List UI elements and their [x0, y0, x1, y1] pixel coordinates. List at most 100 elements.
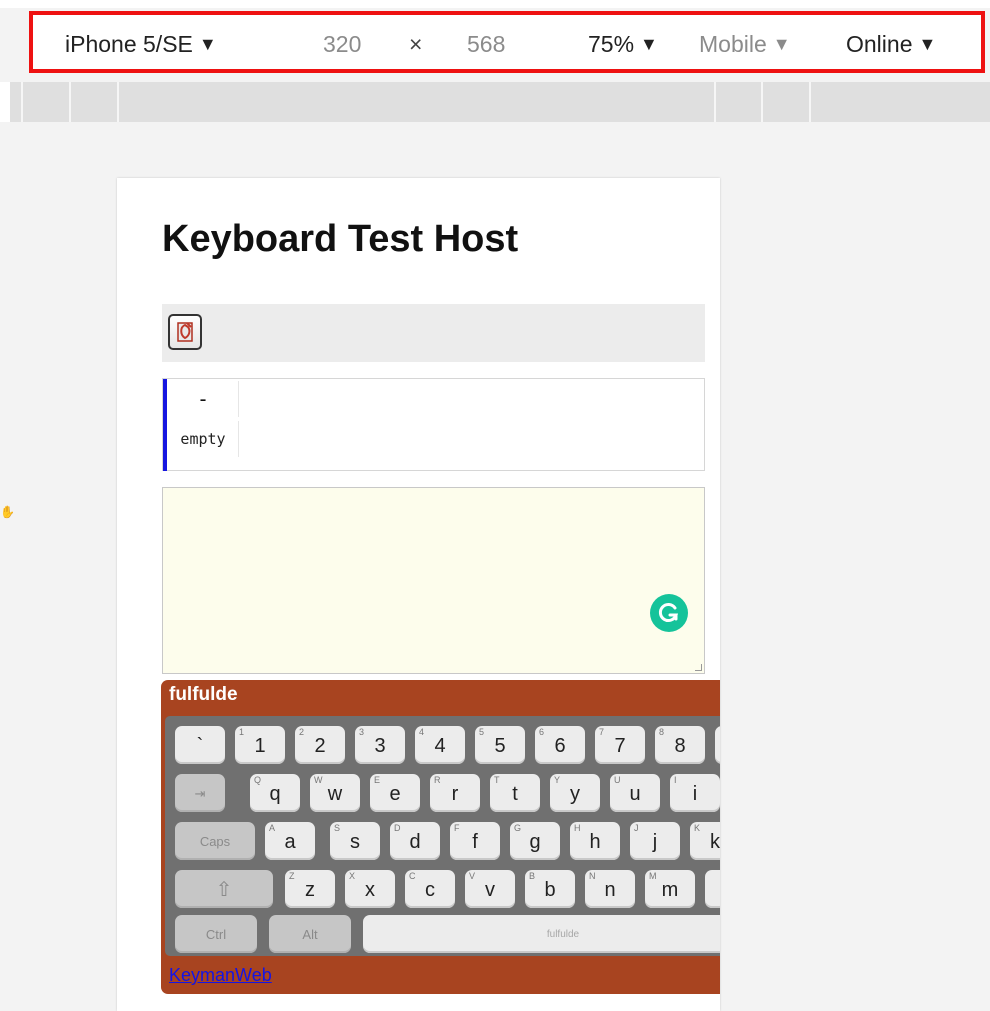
pointer-icon: ✋	[0, 505, 15, 519]
key-label: a	[284, 831, 296, 853]
key-label: w	[327, 783, 343, 805]
key-9[interactable]	[715, 726, 720, 764]
key-j[interactable]: J j	[630, 822, 680, 860]
key-c[interactable]: C c	[405, 870, 455, 908]
key-space[interactable]: fulfulde	[363, 915, 720, 953]
key-comma[interactable]	[705, 870, 720, 908]
key-label: j	[652, 831, 658, 853]
ruler-tick	[714, 82, 716, 122]
key-g[interactable]: G g	[510, 822, 560, 860]
key-label: 4	[434, 735, 446, 757]
key-m[interactable]: M m	[645, 870, 695, 908]
chevron-down-icon: ▼	[772, 34, 791, 54]
key-i[interactable]: I i	[670, 774, 720, 812]
key-shift[interactable]: ⇧	[175, 870, 273, 908]
network-select[interactable]: Online ▼	[846, 31, 936, 58]
key-alt[interactable]: Alt	[269, 915, 351, 953]
keyboard-name: fulfulde	[169, 684, 238, 705]
key-label: y	[570, 783, 580, 805]
test-textarea[interactable]	[162, 487, 705, 674]
key-label: 7	[614, 735, 626, 757]
key-n[interactable]: N n	[585, 870, 635, 908]
key-label: b	[544, 879, 556, 901]
key-label: r	[451, 783, 459, 805]
key-7[interactable]: 7 7	[595, 726, 645, 764]
device-name: iPhone 5/SE	[65, 31, 193, 57]
key-label: 3	[374, 735, 386, 757]
key-label: d	[409, 831, 421, 853]
media-query-ruler	[10, 82, 990, 122]
key-a[interactable]: A a	[265, 822, 315, 860]
key-label: t	[512, 783, 518, 805]
key-d[interactable]: D d	[390, 822, 440, 860]
key-ctrl[interactable]: Ctrl	[175, 915, 257, 953]
width-input[interactable]: 320	[323, 31, 361, 58]
key-r[interactable]: R r	[430, 774, 480, 812]
keyboard-keys: ` 1 1 2 2 3 3 4 4 5 5 6 6 7 7 8 8 ⇥ Q q …	[165, 716, 720, 956]
key-label: 1	[254, 735, 266, 757]
context-cell-char: -	[168, 381, 239, 417]
key-label: m	[661, 879, 679, 901]
key-2[interactable]: 2 2	[295, 726, 345, 764]
ruler-tick	[761, 82, 763, 122]
key-label: fulfulde	[546, 929, 580, 940]
key-label: g	[529, 831, 541, 853]
kmw-toolbar	[162, 304, 705, 362]
keymanweb-link[interactable]: KeymanWeb	[169, 965, 272, 986]
key-t[interactable]: T t	[490, 774, 540, 812]
keyman-icon	[177, 322, 193, 342]
key-label: Alt	[302, 927, 318, 942]
context-cell-code: empty	[168, 421, 239, 457]
key-z[interactable]: Z z	[285, 870, 335, 908]
throttle-value: Mobile	[699, 31, 767, 57]
key-u[interactable]: U u	[610, 774, 660, 812]
key-label: 2	[314, 735, 326, 757]
key-h[interactable]: H h	[570, 822, 620, 860]
ruler-tick	[117, 82, 119, 122]
key-b[interactable]: B b	[525, 870, 575, 908]
ruler-tick	[809, 82, 811, 122]
key-4[interactable]: 4 4	[415, 726, 465, 764]
key-label: e	[389, 783, 401, 805]
network-value: Online	[846, 31, 913, 57]
key-v[interactable]: V v	[465, 870, 515, 908]
key-s[interactable]: S s	[330, 822, 380, 860]
key-q[interactable]: Q q	[250, 774, 300, 812]
chevron-down-icon: ▼	[640, 34, 658, 54]
key-w[interactable]: W w	[310, 774, 360, 812]
zoom-value: 75%	[588, 31, 635, 57]
key-caps[interactable]: Caps	[175, 822, 255, 860]
chevron-down-icon: ▼	[198, 34, 217, 54]
zoom-select[interactable]: 75% ▼	[588, 31, 658, 58]
key-label: 5	[494, 735, 506, 757]
key-e[interactable]: E e	[370, 774, 420, 812]
keyman-button[interactable]	[168, 314, 202, 350]
grammarly-icon[interactable]	[650, 594, 688, 632]
key-k[interactable]: K k	[690, 822, 720, 860]
ruler-tick	[69, 82, 71, 122]
key-label: k	[710, 831, 720, 853]
height-input[interactable]: 568	[467, 31, 505, 58]
throttle-select[interactable]: Mobile ▼	[699, 31, 791, 58]
key-f[interactable]: F f	[450, 822, 500, 860]
key-label: c	[425, 879, 435, 901]
key-8[interactable]: 8 8	[655, 726, 705, 764]
on-screen-keyboard: fulfulde ` 1 1 2 2 3 3 4 4 5 5 6 6 7 7 8…	[161, 680, 720, 994]
tab-icon: ⇥	[194, 786, 206, 801]
key-label: i	[692, 783, 698, 805]
key-label: h	[589, 831, 601, 853]
grammarly-glyph	[658, 603, 679, 622]
resize-handle[interactable]	[695, 664, 702, 671]
key-y[interactable]: Y y	[550, 774, 600, 812]
device-select[interactable]: iPhone 5/SE ▼	[65, 31, 217, 58]
key-3[interactable]: 3 3	[355, 726, 405, 764]
key-tab[interactable]: ⇥	[175, 774, 225, 812]
key-5[interactable]: 5 5	[475, 726, 525, 764]
key-1[interactable]: 1 1	[235, 726, 285, 764]
context-display: - empty	[162, 378, 705, 471]
key-backtick[interactable]: `	[175, 726, 225, 764]
key-label: `	[196, 735, 204, 757]
key-label: z	[305, 879, 315, 901]
key-6[interactable]: 6 6	[535, 726, 585, 764]
key-x[interactable]: X x	[345, 870, 395, 908]
